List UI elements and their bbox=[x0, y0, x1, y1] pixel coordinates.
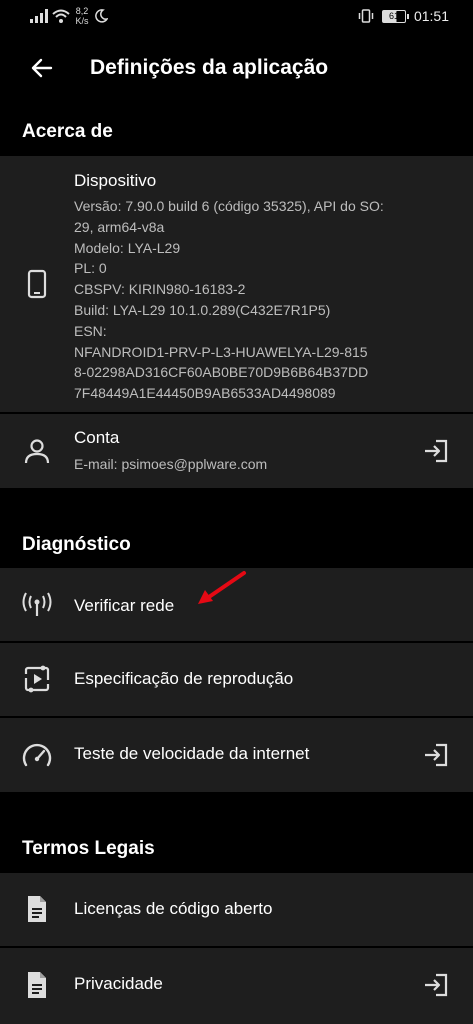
speed-test-row[interactable]: Teste de velocidade da internet bbox=[0, 718, 473, 792]
device-details: Versão: 7.90.0 build 6 (código 35325), A… bbox=[74, 196, 454, 404]
page-title: Definições da aplicação bbox=[90, 56, 329, 79]
vibrate-icon bbox=[358, 9, 374, 23]
account-email: E-mail: psimoes@pplware.com bbox=[74, 456, 268, 472]
moon-icon bbox=[95, 9, 108, 23]
status-right: 61 01:51 bbox=[358, 8, 449, 24]
privacy-label: Privacidade bbox=[74, 974, 163, 993]
device-line: 8-02298AD316CF60AB0BE70D9B6B64B37DD bbox=[74, 364, 369, 381]
device-line: 7F48449A1E44450B9AB6533AD4498089 bbox=[74, 385, 336, 402]
signal-icon bbox=[30, 9, 48, 23]
device-label: Dispositivo bbox=[74, 171, 157, 190]
arrow-back-icon bbox=[31, 58, 53, 78]
device-line: 29, arm64-v8a bbox=[74, 218, 165, 235]
person-icon bbox=[20, 434, 54, 468]
app-bar: Definições da aplicação bbox=[0, 34, 473, 102]
sign-out-icon[interactable] bbox=[421, 436, 451, 466]
section-title-legal: Termos Legais bbox=[22, 838, 155, 859]
network-speed: 8,2 K/s bbox=[74, 6, 90, 26]
antenna-icon bbox=[20, 588, 54, 622]
account-row[interactable]: Conta E-mail: psimoes@pplware.com bbox=[0, 414, 473, 488]
section-title-diagnostics: Diagnóstico bbox=[22, 534, 131, 555]
privacy-row[interactable]: Privacidade bbox=[0, 948, 473, 1024]
annotation-arrow-icon bbox=[198, 571, 246, 604]
open-external-icon[interactable] bbox=[421, 970, 451, 1000]
document-icon bbox=[20, 892, 54, 926]
device-line: NFANDROID1-PRV-P-L3-HUAWELYA-L29-815 bbox=[74, 343, 368, 360]
battery-indicator: 61 bbox=[381, 9, 409, 23]
status-left: 8,2 K/s bbox=[30, 6, 108, 26]
network-speed-unit: K/s bbox=[75, 16, 89, 26]
playback-spec-row[interactable]: Especificação de reprodução bbox=[0, 643, 473, 716]
device-line: Modelo: LYA-L29 bbox=[74, 239, 181, 256]
device-info-card: Dispositivo Versão: 7.90.0 build 6 (códi… bbox=[0, 156, 473, 412]
playback-spec-icon bbox=[20, 662, 54, 696]
section-title-about: Acerca de bbox=[22, 121, 113, 142]
speed-test-label: Teste de velocidade da internet bbox=[74, 744, 310, 763]
speedometer-icon bbox=[20, 738, 54, 772]
device-line: Build: LYA-L29 10.1.0.289(C432E7R1P5) bbox=[74, 301, 331, 318]
back-button[interactable] bbox=[20, 46, 64, 90]
account-label: Conta bbox=[74, 428, 120, 447]
device-line: Versão: 7.90.0 build 6 (código 35325), A… bbox=[74, 198, 384, 214]
open-source-licenses-row[interactable]: Licenças de código aberto bbox=[0, 873, 473, 946]
wifi-icon bbox=[52, 9, 70, 23]
status-time: 01:51 bbox=[413, 8, 449, 24]
status-bar: 8,2 K/s 61 01:51 bbox=[0, 0, 473, 34]
open-external-icon[interactable] bbox=[421, 740, 451, 770]
check-network-label: Verificar rede bbox=[74, 596, 175, 615]
document-icon bbox=[20, 968, 54, 1002]
open-source-licenses-label: Licenças de código aberto bbox=[74, 899, 273, 918]
device-line: CBSPV: KIRIN980-16183-2 bbox=[74, 281, 246, 298]
device-line: ESN: bbox=[74, 322, 107, 339]
playback-spec-label: Especificação de reprodução bbox=[74, 669, 294, 688]
network-speed-value: 8,2 bbox=[75, 6, 89, 16]
phone-icon bbox=[20, 267, 54, 301]
device-line: PL: 0 bbox=[74, 260, 107, 277]
